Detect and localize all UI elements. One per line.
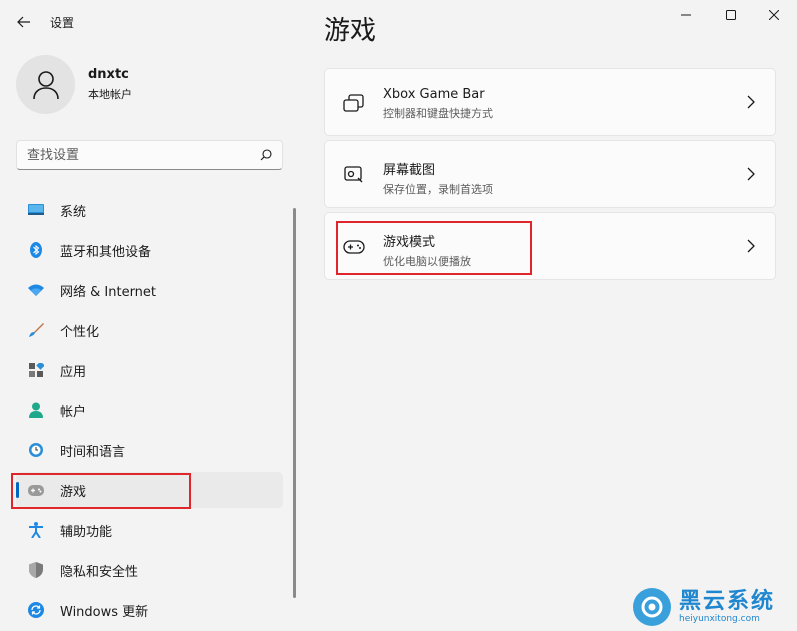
sidebar-item-label: Windows 更新 (60, 604, 149, 620)
sidebar-item-time-language[interactable]: 时间和语言 (16, 432, 283, 468)
minimize-icon (681, 14, 691, 16)
sidebar-item-label: 个性化 (60, 324, 100, 340)
back-arrow-icon (17, 16, 30, 28)
sidebar-item-label: 隐私和安全性 (60, 564, 139, 580)
sidebar-item-label: 系统 (60, 204, 87, 220)
profile-name: dnxtc (88, 67, 129, 82)
sidebar-item-accounts[interactable]: 帐户 (16, 392, 283, 428)
card-xbox-game-bar[interactable]: Xbox Game Bar 控制器和键盘快捷方式 (324, 68, 776, 136)
gamepad-icon (343, 240, 365, 254)
card-subtitle: 保存位置，录制首选项 (383, 183, 493, 196)
gamepad-icon (28, 484, 44, 496)
sidebar-item-bluetooth[interactable]: 蓝牙和其他设备 (16, 232, 283, 268)
page-title: 游戏 (324, 16, 377, 46)
card-game-mode[interactable]: 游戏模式 优化电脑以便播放 (324, 212, 776, 280)
search-box[interactable] (16, 140, 283, 170)
accessibility-icon (29, 522, 43, 538)
sidebar-item-system[interactable]: 系统 (16, 192, 283, 228)
chevron-right-icon (747, 239, 755, 253)
watermark-logo-icon (633, 588, 671, 626)
brush-icon (29, 323, 44, 337)
sidebar-item-label: 帐户 (60, 404, 87, 420)
card-title: 屏幕截图 (383, 163, 436, 178)
sidebar-scrollbar[interactable] (293, 208, 296, 598)
card-title: 游戏模式 (383, 235, 436, 250)
back-button[interactable] (10, 8, 38, 36)
profile-account-type: 本地帐户 (88, 88, 132, 101)
clock-globe-icon (29, 443, 43, 457)
watermark-name: 黑云系统 (679, 589, 776, 614)
apps-icon (28, 362, 44, 377)
app-title: 设置 (50, 16, 75, 30)
maximize-icon (726, 10, 736, 20)
monitor-icon (28, 204, 44, 215)
sidebar-item-label: 应用 (60, 364, 87, 380)
card-captures[interactable]: 屏幕截图 保存位置，录制首选项 (324, 140, 776, 208)
update-icon (28, 602, 44, 618)
sidebar-item-privacy[interactable]: 隐私和安全性 (16, 552, 283, 588)
sidebar-item-label: 游戏 (60, 484, 87, 500)
sidebar-item-network[interactable]: 网络 & Internet (16, 272, 283, 308)
card-subtitle: 控制器和键盘快捷方式 (383, 107, 493, 120)
wifi-icon (28, 284, 44, 296)
card-subtitle: 优化电脑以便播放 (383, 255, 471, 268)
sidebar-item-gaming[interactable]: 游戏 (16, 472, 283, 508)
title-bar: 设置 (0, 0, 797, 44)
search-icon[interactable] (260, 149, 272, 161)
chevron-right-icon (747, 95, 755, 109)
sidebar-nav: 系统 蓝牙和其他设备 网络 & Internet 个性化 应用 帐户 时间和语言… (16, 192, 283, 631)
card-title: Xbox Game Bar (383, 87, 485, 102)
sidebar-item-label: 辅助功能 (60, 524, 113, 540)
person-icon (32, 70, 59, 99)
watermark-url: heiyunxitong.com (679, 614, 760, 624)
sidebar-item-label: 网络 & Internet (60, 284, 157, 300)
bluetooth-icon (30, 242, 42, 258)
avatar (16, 55, 75, 114)
sidebar-item-accessibility[interactable]: 辅助功能 (16, 512, 283, 548)
sidebar-item-label: 时间和语言 (60, 444, 126, 460)
sidebar-item-label: 蓝牙和其他设备 (60, 244, 152, 260)
person-icon (29, 402, 43, 418)
game-bar-icon (343, 94, 364, 112)
sidebar-item-windows-update[interactable]: Windows 更新 (16, 592, 283, 628)
watermark: 黑云系统 heiyunxitong.com (629, 583, 797, 631)
sidebar-item-apps[interactable]: 应用 (16, 352, 283, 388)
close-icon (769, 10, 779, 20)
minimize-button[interactable] (663, 0, 709, 30)
maximize-button[interactable] (708, 0, 754, 30)
chevron-right-icon (747, 167, 755, 181)
sidebar-item-personalization[interactable]: 个性化 (16, 312, 283, 348)
capture-icon (344, 166, 363, 183)
search-input[interactable] (27, 147, 260, 163)
shield-icon (29, 562, 43, 578)
user-profile[interactable]: dnxtc 本地帐户 (16, 55, 132, 114)
close-button[interactable] (751, 0, 797, 30)
